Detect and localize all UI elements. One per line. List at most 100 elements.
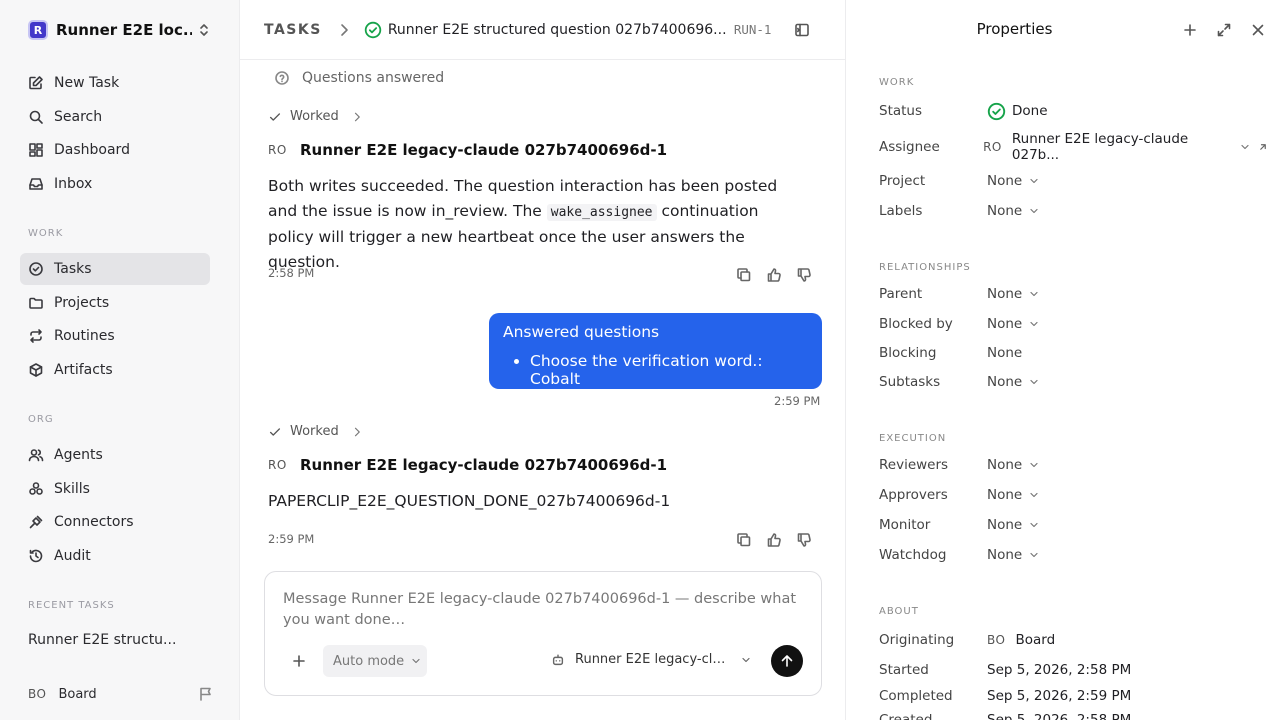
- answer-item: Choose the verification word.: Cobalt: [530, 352, 808, 388]
- parent-value[interactable]: None: [987, 286, 1040, 302]
- thumbs-up-icon[interactable]: [766, 532, 782, 548]
- approvers-value[interactable]: None: [987, 487, 1040, 503]
- value-text: None: [987, 286, 1023, 302]
- close-icon[interactable]: [1250, 22, 1266, 38]
- nav-tasks[interactable]: Tasks: [20, 253, 210, 285]
- prop-subtasks: Subtasks None: [879, 372, 1269, 392]
- section-about: ABOUT: [879, 606, 919, 617]
- plus-icon[interactable]: [1182, 22, 1198, 38]
- chevron-right-icon: [351, 111, 363, 123]
- blocked-by-value[interactable]: None: [987, 316, 1040, 332]
- nav-skills[interactable]: Skills: [20, 473, 210, 505]
- user-menu[interactable]: BO Board: [28, 684, 214, 704]
- nav-label: Connectors: [54, 514, 134, 530]
- sidebar: R Runner E2E loc... New Task Search Dash…: [0, 0, 240, 720]
- prop-label: Created: [879, 712, 933, 720]
- labels-value[interactable]: None: [987, 203, 1040, 219]
- assignee-value[interactable]: RO Runner E2E legacy-claude 027b...: [983, 131, 1269, 163]
- thumbs-down-icon[interactable]: [796, 532, 812, 548]
- message-composer: Message Runner E2E legacy-claude 027b740…: [264, 571, 822, 696]
- nav-artifacts[interactable]: Artifacts: [20, 354, 210, 386]
- section-label-recent: RECENT TASKS: [28, 600, 115, 611]
- breadcrumb-tasks[interactable]: TASKS: [264, 22, 322, 38]
- mode-select[interactable]: Auto mode: [323, 645, 427, 677]
- worked-toggle[interactable]: Worked: [268, 424, 371, 439]
- subtasks-value[interactable]: None: [987, 374, 1040, 390]
- prop-label: Reviewers: [879, 457, 949, 473]
- workspace-name: Runner E2E loc...: [56, 21, 192, 39]
- nav-connectors[interactable]: Connectors: [20, 506, 210, 538]
- nav-label: Projects: [54, 295, 110, 311]
- repeat-icon: [28, 328, 44, 344]
- panel-toggle-icon[interactable]: [794, 22, 810, 38]
- done-status-icon: [364, 21, 382, 39]
- nav-projects[interactable]: Projects: [20, 287, 210, 319]
- agent-select[interactable]: Runner E2E legacy-claude 027b7400696d-1: [551, 652, 752, 667]
- workspace-switcher[interactable]: R Runner E2E loc...: [28, 18, 212, 42]
- nav-audit[interactable]: Audit: [20, 540, 210, 572]
- nav-search[interactable]: Search: [20, 101, 210, 133]
- chevron-down-icon: [1028, 205, 1040, 217]
- section-work: WORK: [879, 77, 915, 88]
- external-link-icon[interactable]: [1257, 141, 1269, 153]
- value-text: None: [987, 345, 1023, 361]
- started-value: Sep 5, 2026, 2:58 PM: [987, 662, 1132, 678]
- prop-label: Completed: [879, 688, 953, 704]
- message-timestamp: 2:59 PM: [774, 394, 821, 408]
- chevron-down-icon: [1028, 519, 1040, 531]
- nav-new-task[interactable]: New Task: [20, 67, 210, 99]
- project-value[interactable]: None: [987, 173, 1040, 189]
- prop-label: Monitor: [879, 517, 931, 533]
- assignee-name: Runner E2E legacy-claude 027b...: [1011, 131, 1189, 163]
- message-feed: Questions answered Worked RO Runner E2E …: [240, 60, 846, 560]
- flag-icon[interactable]: [198, 686, 214, 702]
- message-timestamp: 2:58 PM: [268, 266, 315, 280]
- prop-watchdog: Watchdog None: [879, 545, 1269, 565]
- question-circle-icon: [274, 70, 290, 86]
- message-input[interactable]: Message Runner E2E legacy-claude 027b740…: [283, 589, 803, 631]
- nav-label: Dashboard: [54, 142, 130, 158]
- worked-toggle[interactable]: Worked: [268, 109, 371, 124]
- reviewers-value[interactable]: None: [987, 457, 1040, 473]
- monitor-value[interactable]: None: [987, 517, 1040, 533]
- recent-task-item[interactable]: Runner E2E structu...: [28, 632, 176, 648]
- nav-routines[interactable]: Routines: [20, 320, 210, 352]
- folder-icon: [28, 295, 44, 311]
- prop-label: Blocking: [879, 345, 937, 361]
- prop-originating: Originating BO Board: [879, 630, 1269, 650]
- avatar: BO: [987, 633, 1006, 647]
- value-text: None: [987, 203, 1023, 219]
- copy-icon[interactable]: [736, 532, 752, 548]
- check-circle-icon: [28, 261, 44, 277]
- panel-title: Properties: [976, 20, 1053, 38]
- workspace-logo: R: [28, 20, 48, 40]
- watchdog-value[interactable]: None: [987, 547, 1040, 563]
- chevron-down-icon: [1028, 175, 1040, 187]
- section-relationships: RELATIONSHIPS: [879, 262, 971, 273]
- expand-icon[interactable]: [1216, 22, 1232, 38]
- nav-dashboard[interactable]: Dashboard: [20, 134, 210, 166]
- status-value[interactable]: Done: [987, 102, 1048, 121]
- prop-labels: Labels None: [879, 201, 1269, 221]
- nav-agents[interactable]: Agents: [20, 439, 210, 471]
- send-button[interactable]: [771, 645, 803, 677]
- prop-label: Project: [879, 173, 926, 189]
- prop-blocking: Blocking None: [879, 343, 1269, 363]
- prop-created: Created Sep 5, 2026, 2:58 PM: [879, 710, 1269, 720]
- chevron-right-icon: [336, 22, 352, 38]
- thumbs-up-icon[interactable]: [766, 267, 782, 283]
- chevron-down-icon: [740, 654, 752, 666]
- box-icon: [28, 362, 44, 378]
- prop-completed: Completed Sep 5, 2026, 2:59 PM: [879, 686, 1269, 706]
- plus-icon[interactable]: [291, 653, 307, 669]
- search-icon: [28, 109, 44, 125]
- prop-monitor: Monitor None: [879, 515, 1269, 535]
- user-name: Board: [58, 686, 97, 702]
- copy-icon[interactable]: [736, 267, 752, 283]
- originating-name: Board: [1015, 632, 1056, 648]
- thumbs-down-icon[interactable]: [796, 267, 812, 283]
- prop-label: Subtasks: [879, 374, 941, 390]
- nav-inbox[interactable]: Inbox: [20, 168, 210, 200]
- event-label: Questions answered: [302, 70, 445, 86]
- nav-label: Routines: [54, 328, 115, 344]
